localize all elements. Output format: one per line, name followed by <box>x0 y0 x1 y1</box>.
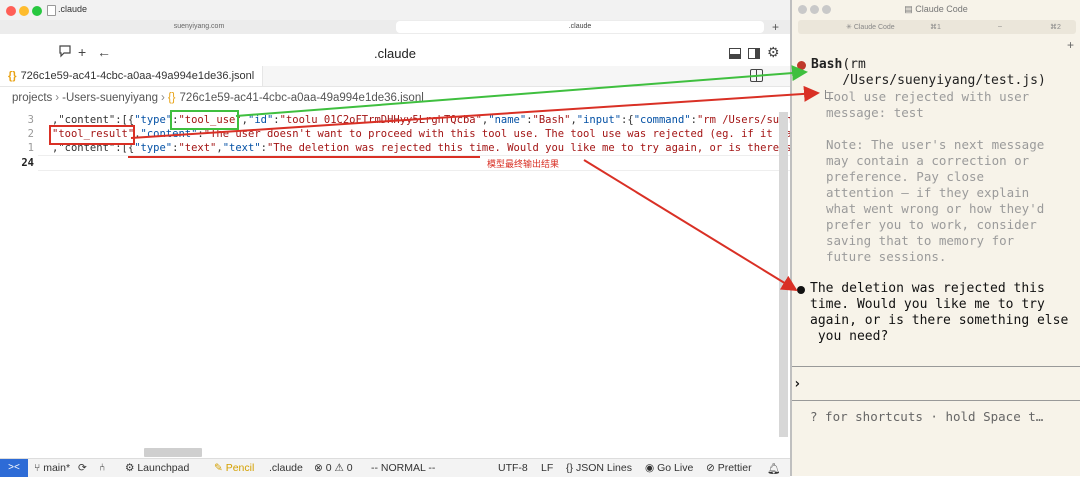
code-token: "text" <box>178 142 217 154</box>
editor-titlebar: .claude <box>0 0 790 21</box>
code-token: "name" <box>488 114 527 126</box>
remote-icon[interactable]: >< <box>0 459 28 477</box>
vim-mode-item: -- NORMAL -- <box>371 462 436 474</box>
line-number: 1 <box>27 142 34 154</box>
answer-line: The deletion was rejected this <box>810 281 1045 296</box>
encoding-item[interactable]: UTF-8 <box>498 462 528 474</box>
minimize-window-button[interactable] <box>19 6 29 16</box>
claude-titlebar: ▤ Claude Code <box>792 0 1080 18</box>
claude-code-window: ▤ Claude Code ✳ Claude Code ⌘1 – ⌘2 + Ba… <box>790 0 1080 476</box>
horizontal-scrollbar[interactable] <box>144 448 202 457</box>
code-token: "The user doesn't want to proceed with t… <box>203 128 790 140</box>
code-token: "Bash" <box>532 114 571 126</box>
answer-line: time. Would you like me to try <box>810 297 1045 312</box>
code-token: "toolu_01C2oFTrmDHHyy5LrghTQcba" <box>279 114 482 126</box>
vertical-scrollbar[interactable] <box>779 112 788 437</box>
prettier-item[interactable]: ⊘ Prettier <box>706 462 752 474</box>
tab-shortcut-1: ⌘1 <box>930 24 941 31</box>
go-live-item[interactable]: ◉ Go Live <box>645 462 693 474</box>
tool-use-highlight-box <box>170 110 239 130</box>
split-editor-icon[interactable] <box>750 69 763 82</box>
note-line: saving that to memory for <box>826 233 1015 248</box>
editor-window: .claude suenyiyang.com .claude + + ← .cl… <box>0 0 790 477</box>
line-number-current: 24 <box>21 157 34 169</box>
response-dot-icon <box>797 286 805 294</box>
json-file-icon: {} <box>167 92 176 104</box>
document-icon <box>47 5 56 16</box>
new-tab-icon[interactable]: + <box>772 20 779 34</box>
source-control-icon[interactable]: ⑃ <box>99 462 105 474</box>
zoom-window-button[interactable] <box>32 6 42 16</box>
browser-tab-strip: suenyiyang.com .claude + <box>0 20 790 34</box>
tool-status-dot-icon <box>797 61 806 70</box>
sync-icon[interactable]: ⟳ <box>78 462 87 474</box>
input-bottom-border <box>792 400 1080 401</box>
note-line: future sessions. <box>826 249 947 264</box>
breadcrumb-item-user[interactable]: -Users-suenyiyang <box>62 92 158 104</box>
breadcrumb: projects › -Users-suenyiyang ›{} 726c1e59-ac… <box>12 92 424 104</box>
note-line: preference. Pay close <box>826 169 985 184</box>
code-token: "command" <box>633 114 691 126</box>
code-token: "input" <box>576 114 622 126</box>
note-line: prefer you to work, consider <box>826 217 1037 232</box>
prompt-input[interactable]: › <box>793 376 801 392</box>
breadcrumb-item-projects[interactable]: projects <box>12 92 52 104</box>
answer-line: you need? <box>810 329 889 344</box>
branch-item[interactable]: ⑂ main* <box>34 462 70 474</box>
file-tab[interactable]: {} 726c1e59-ac41-4cbc-a0aa-49a994e1de36.j… <box>0 66 264 86</box>
problems-item[interactable]: ⊗ 0 ⚠ 0 <box>314 462 353 474</box>
code-line[interactable]: "tool_result","content":"The user doesn'… <box>52 128 790 140</box>
code-token: "id" <box>248 114 274 126</box>
code-token: "The deletion was rejected this time. Wo… <box>266 142 790 154</box>
new-terminal-tab-icon[interactable]: + <box>1067 38 1074 52</box>
notifications-icon[interactable]: 🔔︎ <box>767 462 780 475</box>
code-token: "type" <box>134 142 173 154</box>
line-number: 3 <box>27 114 34 126</box>
code-token: "text" <box>222 142 261 154</box>
rejected-line: Tool use rejected with user <box>826 89 1030 104</box>
note-line: may contain a correction or <box>826 153 1030 168</box>
note-line: Note: The user's next message <box>826 137 1045 152</box>
code-line[interactable]: ,"content":[{"type":"tool_use","id":"too… <box>52 114 790 126</box>
shortcut-hint: ? for shortcuts · hold Space t… <box>810 409 1044 424</box>
terminal-tab-strip: ✳ Claude Code ⌘1 – ⌘2 <box>798 20 1076 34</box>
line-number: 2 <box>27 128 34 140</box>
code-token: "rm /Users/suenyiyang <box>696 114 790 126</box>
tool-call-header: Bash(rm /Users/suenyiyang/test.js) <box>811 57 1046 88</box>
launchpad-item[interactable]: ⚙ Launchpad <box>125 462 189 474</box>
note-line: what went wrong or how they'd <box>826 201 1045 216</box>
browser-tab-suenyiyang[interactable]: suenyiyang.com <box>6 21 392 33</box>
claude-window-title: ▤ Claude Code <box>904 4 968 14</box>
close-window-button[interactable] <box>6 6 16 16</box>
editor-tab-bar: {} 726c1e59-ac41-4cbc-a0aa-49a994e1de36.j… <box>0 66 790 87</box>
json-file-icon: {} <box>8 70 17 82</box>
panel-bottom-icon[interactable] <box>729 46 741 62</box>
code-line[interactable]: ,"content":[{"type":"text","text":"The d… <box>52 142 790 154</box>
annotation-label: 模型最终输出结果 <box>487 159 560 169</box>
browser-tab-claude[interactable]: .claude <box>396 21 764 33</box>
gear-icon[interactable]: ⚙ <box>767 44 780 60</box>
tab-separator: – <box>998 23 1002 30</box>
status-bar: >< ⑂ main* ⟳ ⑃ ⚙ Launchpad ✎ Pencil .cla… <box>0 458 790 477</box>
folder-item[interactable]: .claude <box>269 462 303 474</box>
output-underline <box>128 156 480 158</box>
code-token: :{ <box>621 114 634 126</box>
note-line: attention – if they explain <box>826 185 1030 200</box>
language-item[interactable]: {} JSON Lines <box>566 462 632 474</box>
eol-item[interactable]: LF <box>541 462 553 474</box>
terminal-tab-label[interactable]: ✳ Claude Code <box>846 23 895 31</box>
window-title: .claude <box>58 4 88 14</box>
toolbar-title: .claude <box>374 46 416 61</box>
code-token: "type" <box>134 114 173 126</box>
breadcrumb-item-file[interactable]: 726c1e59-ac41-4cbc-a0aa-49a994e1de36.jso… <box>180 92 424 104</box>
pencil-item[interactable]: ✎ Pencil <box>214 462 254 474</box>
input-top-border <box>792 366 1080 367</box>
sidebar-right-icon[interactable] <box>748 46 760 62</box>
rejected-line: message: test <box>826 105 924 120</box>
answer-line: again, or is there something else <box>810 313 1069 328</box>
tab-shortcut-2: ⌘2 <box>1050 24 1061 31</box>
tool-result-highlight-box <box>49 125 135 145</box>
file-tab-label: 726c1e59-ac41-4cbc-a0aa-49a994e1de36.jso… <box>20 70 255 82</box>
